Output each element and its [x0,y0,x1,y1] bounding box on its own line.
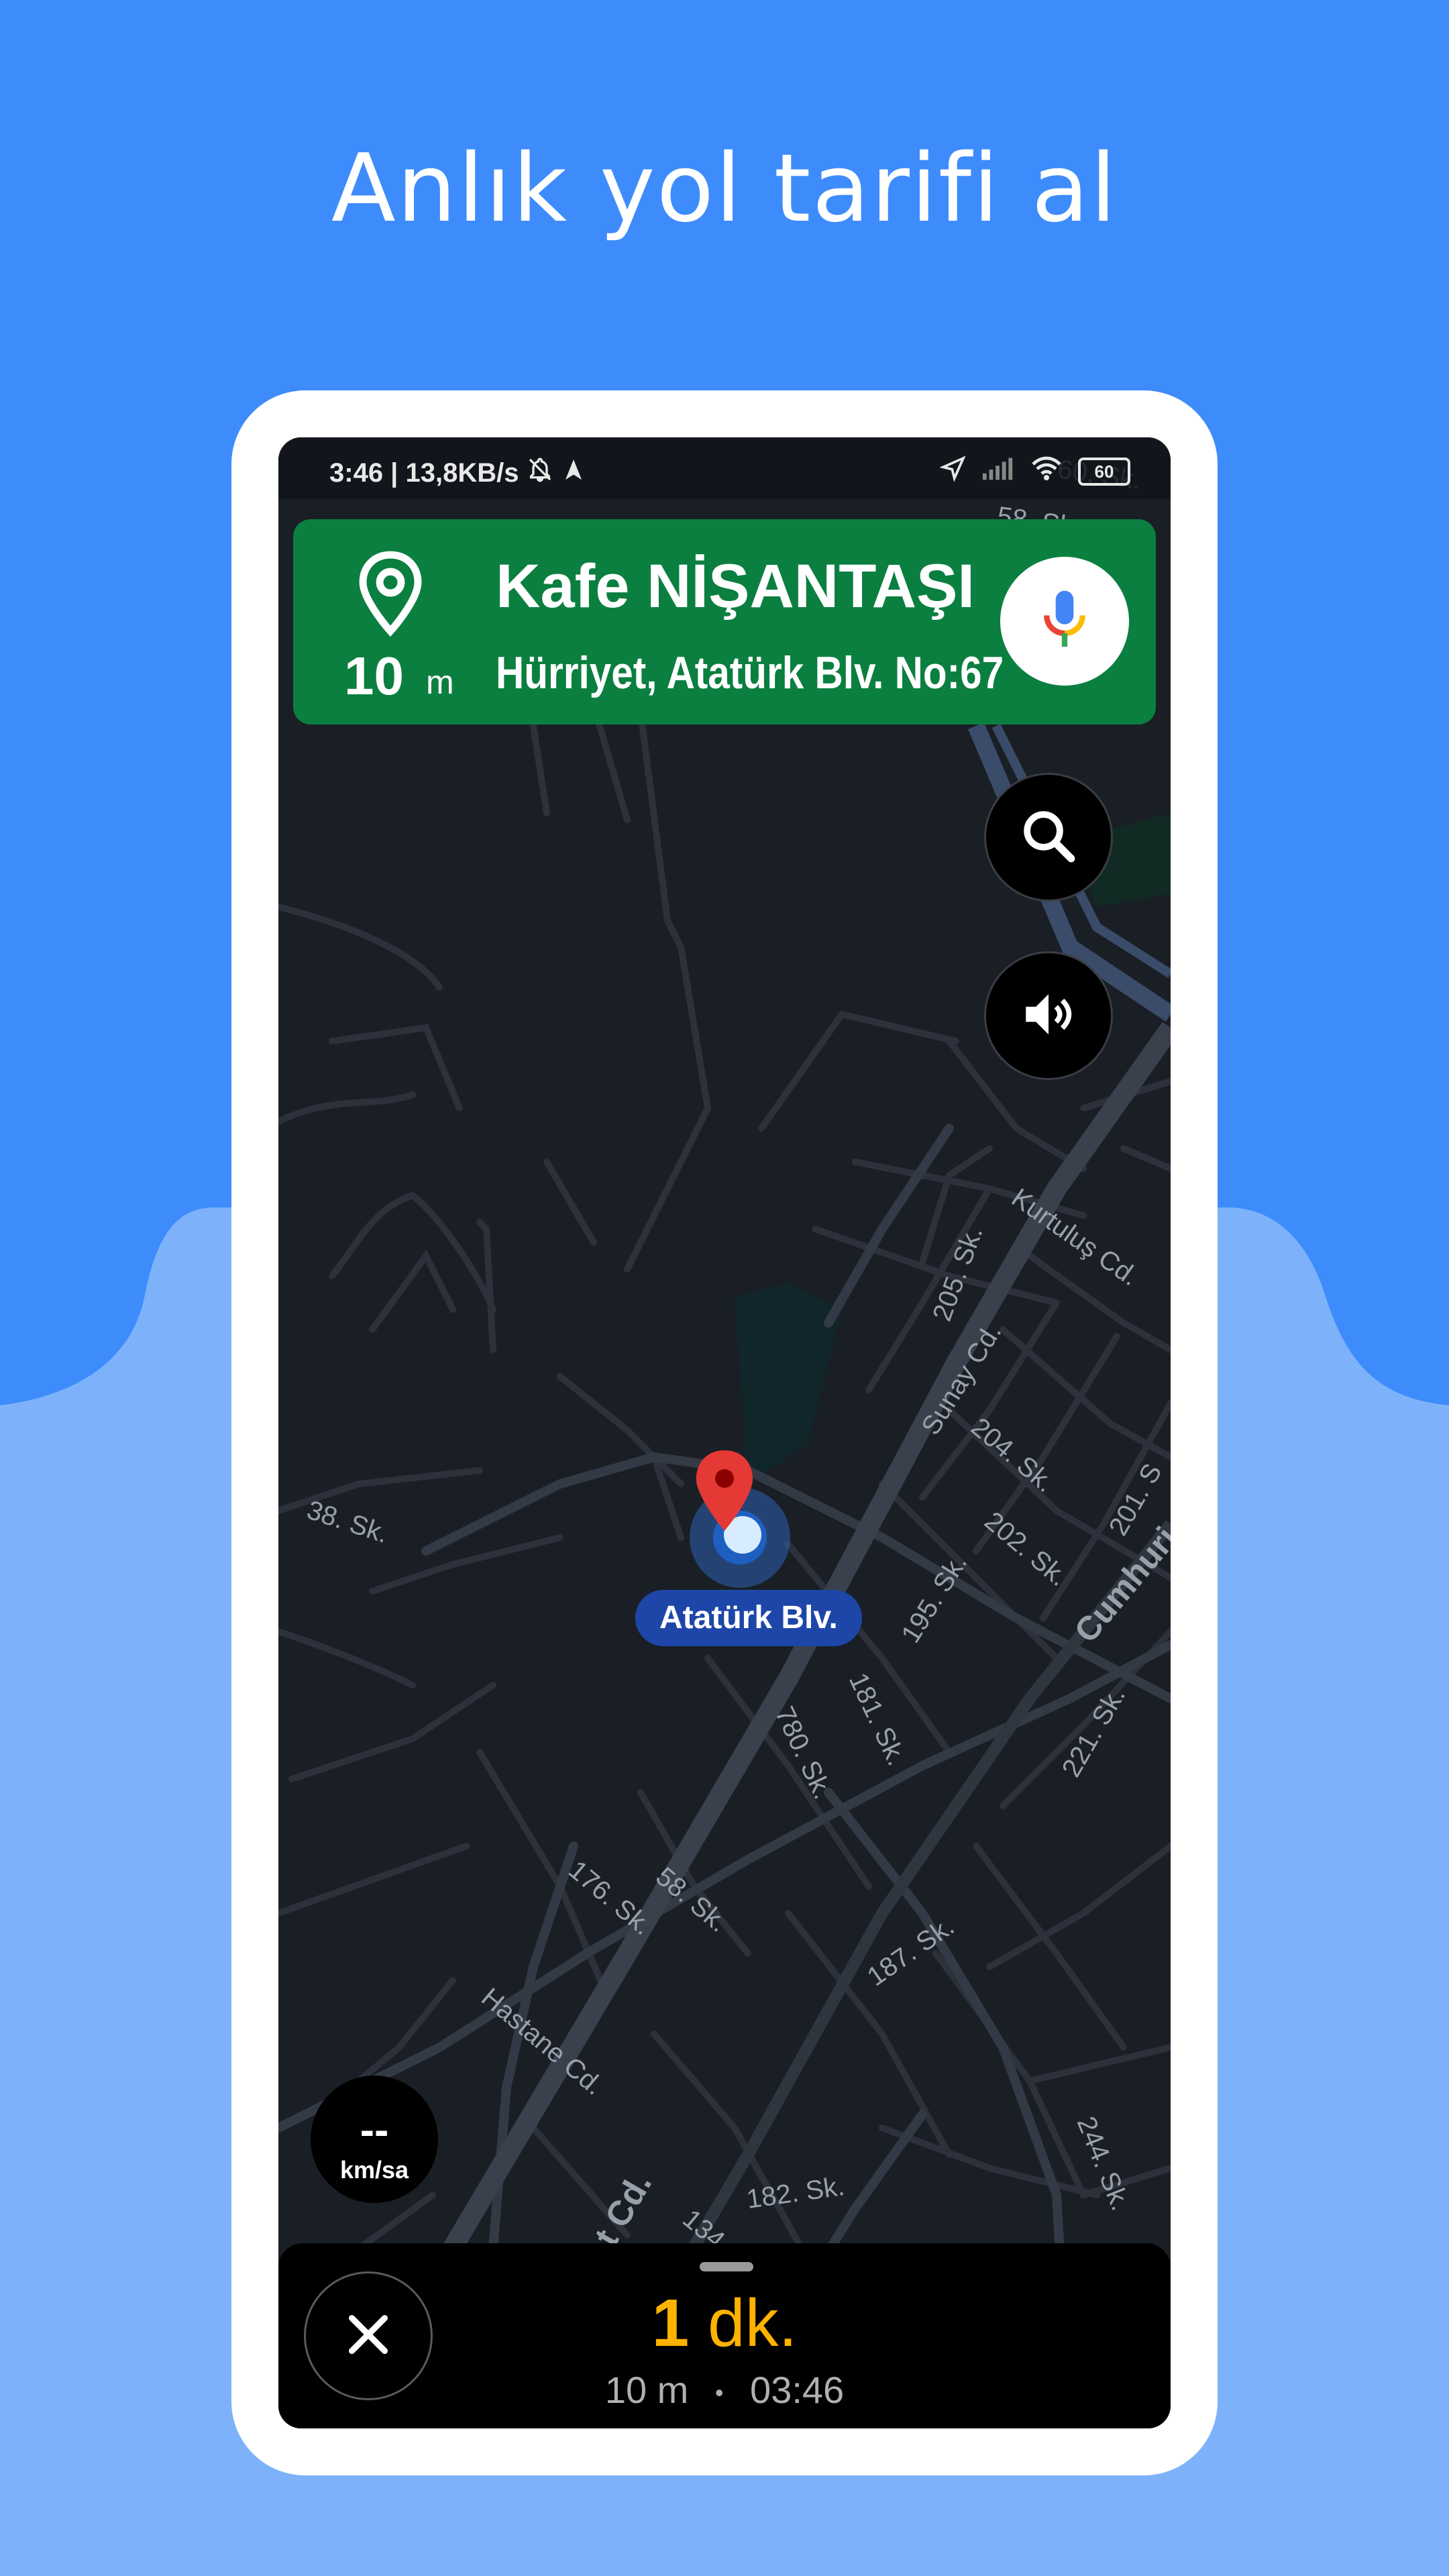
distance-value: 10 [344,646,404,706]
navigation-arrow-icon [561,456,586,490]
headline: Anlık yol tarifi al [331,134,1118,244]
current-road-label: Atatürk Blv. [635,1590,862,1646]
eta: 1 dk. [278,2285,1171,2362]
app-screen: 60. Sk. 58. Sk. Kurtuluş Cd. 205. Sk. Su… [278,437,1171,2428]
location-pin-icon [354,549,427,640]
arrival-time: 03:46 [750,2369,845,2411]
status-bar: 3:46 | 13,8KB/s 60 [278,437,1171,499]
volume-button[interactable] [984,951,1113,1080]
wifi-icon [1030,455,1063,488]
eta-unit: dk. [708,2286,798,2361]
search-icon [1018,806,1079,869]
speedometer: -- km/sa [311,2076,438,2203]
remaining-distance: 10 m [604,2369,689,2411]
status-text: 3:46 | 13,8KB/s [329,458,519,488]
voice-search-button[interactable] [1000,557,1129,686]
trip-summary-panel[interactable]: 1 dk. 10 m • 03:46 [278,2243,1171,2428]
signal-icon [981,455,1015,488]
search-button[interactable] [984,773,1113,902]
speed-unit: km/sa [339,2156,409,2184]
eta-value: 1 [651,2286,690,2361]
mic-icon [1038,586,1091,656]
phone-frame: 60. Sk. 58. Sk. Kurtuluş Cd. 205. Sk. Su… [231,390,1218,2475]
speed-value: -- [360,2106,389,2154]
location-arrow-icon [939,455,967,488]
bell-off-icon [527,456,553,490]
trip-details: 10 m • 03:46 [278,2368,1171,2412]
separator: • [714,2379,724,2407]
distance-unit: m [426,663,454,701]
destination-name: Kafe NİŞANTAŞI [496,552,975,621]
battery-indicator: 60 [1078,458,1130,486]
destination-address: Hürriyet, Atatürk Blv. No:67 [496,647,1004,698]
volume-icon [1018,984,1079,1047]
navigation-card[interactable]: 10 m Kafe NİŞANTAŞI Hürriyet, Atatürk Bl… [293,519,1156,724]
drag-handle[interactable] [700,2262,753,2271]
